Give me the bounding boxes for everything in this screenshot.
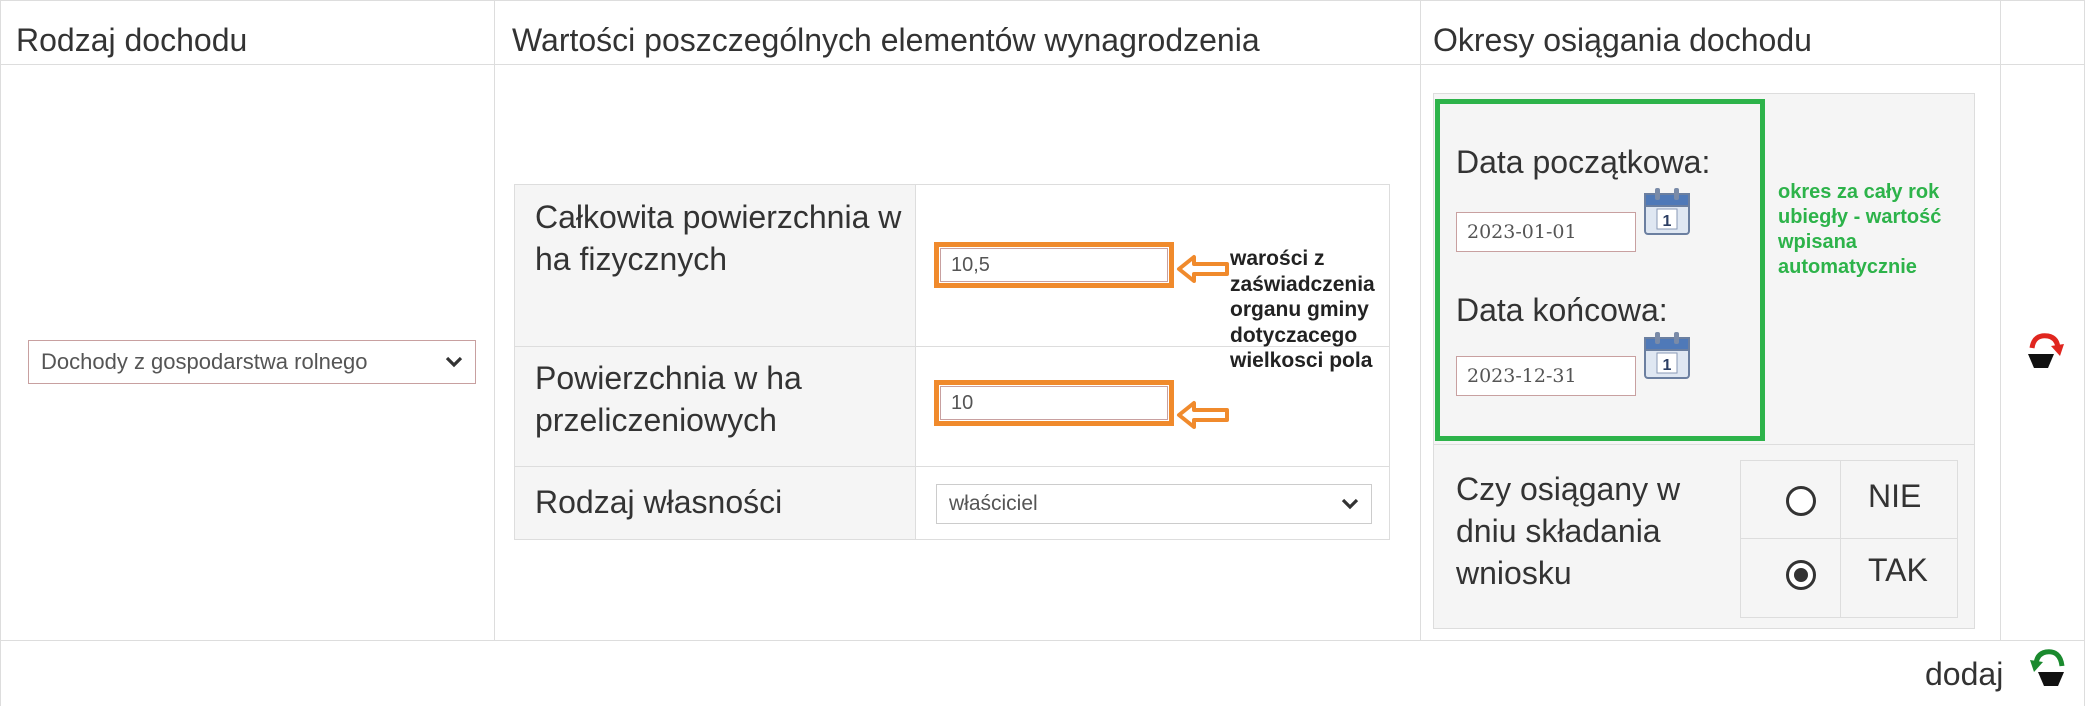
col-divider-1 bbox=[494, 0, 495, 640]
elements-col-divider bbox=[915, 184, 916, 540]
physical-area-highlight bbox=[934, 242, 1174, 288]
arrow-left-icon bbox=[1177, 401, 1229, 429]
elements-row-divider-2 bbox=[514, 466, 1390, 467]
values-annotation: warości z zaświadczenia organu gminy dot… bbox=[1230, 247, 1375, 373]
table-left-border bbox=[0, 0, 1, 706]
ownership-select[interactable]: właściciel bbox=[936, 484, 1372, 524]
chevron-down-icon bbox=[443, 351, 465, 373]
radio-no[interactable] bbox=[1786, 486, 1816, 516]
income-type-select-value: Dochody z gospodarstwa rolnego bbox=[41, 349, 368, 374]
radio-yes[interactable] bbox=[1786, 560, 1816, 590]
add-label[interactable]: dodaj bbox=[1925, 654, 2003, 696]
option-no-label: NIE bbox=[1868, 478, 1922, 514]
converted-area-highlight bbox=[934, 380, 1174, 426]
chevron-down-icon bbox=[1339, 493, 1361, 515]
remove-row-button[interactable] bbox=[2024, 330, 2064, 379]
ownership-label: Rodzaj własności bbox=[535, 484, 783, 520]
row-bottom-border bbox=[0, 640, 2085, 641]
option-yes-label: TAK bbox=[1868, 552, 1928, 588]
undo-arrow-red-icon bbox=[2028, 333, 2064, 368]
periods-divider bbox=[1433, 444, 1975, 445]
physical-area-label: Całkowita powierzchnia w ha fizycznych bbox=[535, 199, 902, 277]
arrow-left-icon bbox=[1177, 255, 1229, 283]
achieved-options-row-divider bbox=[1740, 538, 1958, 539]
header-income-type: Rodzaj dochodu bbox=[16, 22, 248, 58]
achieved-options-table bbox=[1740, 460, 1958, 618]
period-annotation: okres za cały rok ubiegły - wartość wpis… bbox=[1778, 181, 1942, 278]
header-bottom-border bbox=[0, 64, 2085, 65]
converted-area-label: Powierzchnia w ha przeliczeniowych bbox=[535, 360, 802, 438]
table-top-border bbox=[0, 0, 2085, 1]
undo-arrow-green-icon bbox=[2030, 649, 2065, 686]
header-values: Wartości poszczególnych elementów wynagr… bbox=[512, 22, 1260, 58]
achieved-options-col-divider bbox=[1840, 460, 1841, 618]
header-periods: Okresy osiągania dochodu bbox=[1433, 22, 1812, 58]
ownership-select-value: właściciel bbox=[949, 492, 1038, 515]
period-highlight bbox=[1435, 99, 1765, 441]
achieved-question-label: Czy osiągany w dniu składania wniosku bbox=[1456, 471, 1681, 592]
income-type-select[interactable]: Dochody z gospodarstwa rolnego bbox=[28, 340, 476, 384]
col-divider-3 bbox=[2000, 0, 2001, 640]
col-divider-2 bbox=[1420, 0, 1421, 640]
add-row-button[interactable] bbox=[2030, 646, 2070, 697]
